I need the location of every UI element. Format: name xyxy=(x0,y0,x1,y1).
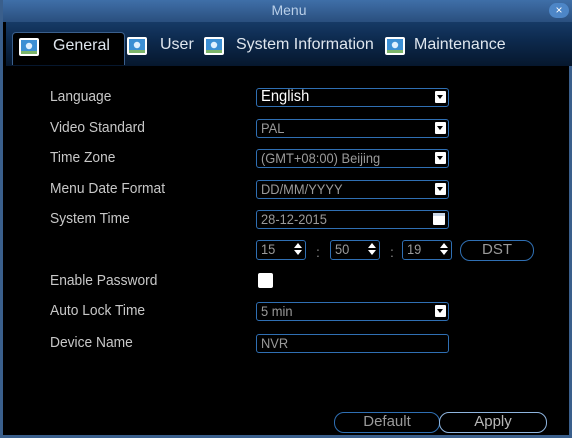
device-name-label: Device Name xyxy=(50,334,133,351)
second-spinner[interactable]: 19 xyxy=(402,240,452,260)
tab-label: General xyxy=(53,37,110,54)
time-separator: : xyxy=(316,244,320,260)
tab-label: User xyxy=(160,36,194,53)
video-standard-dropdown[interactable]: PAL xyxy=(256,119,449,138)
enable-password-checkbox[interactable] xyxy=(258,273,273,288)
enable-password-label: Enable Password xyxy=(50,272,158,289)
tab-label: System Information xyxy=(236,36,374,53)
monitor-icon xyxy=(385,37,405,55)
tab-user[interactable]: User xyxy=(126,32,196,64)
close-icon: × xyxy=(555,3,563,17)
spin-arrows-icon[interactable] xyxy=(440,242,448,256)
monitor-icon xyxy=(127,37,147,55)
monitor-icon xyxy=(19,38,39,56)
spin-arrows-icon[interactable] xyxy=(368,242,376,256)
default-button[interactable]: Default xyxy=(334,412,440,433)
time-separator: : xyxy=(390,244,394,260)
tab-maintenance[interactable]: Maintenance xyxy=(384,32,524,64)
system-time-label: System Time xyxy=(50,210,130,227)
menu-date-format-dropdown[interactable]: DD/MM/YYYY xyxy=(256,180,449,199)
dst-button[interactable]: DST xyxy=(460,240,534,261)
window-title: Menu xyxy=(271,2,307,18)
apply-button[interactable]: Apply xyxy=(439,412,547,433)
settings-window: Menu × General User System Information M… xyxy=(0,0,572,438)
chevron-down-icon xyxy=(435,91,446,103)
auto-lock-time-dropdown[interactable]: 5 min xyxy=(256,302,449,321)
device-name-field[interactable]: NVR xyxy=(256,334,449,353)
hour-spinner[interactable]: 15 xyxy=(256,240,306,260)
auto-lock-time-label: Auto Lock Time xyxy=(50,302,146,319)
chevron-down-icon xyxy=(435,183,446,195)
chevron-down-icon xyxy=(435,305,446,317)
spin-arrows-icon[interactable] xyxy=(294,242,302,256)
system-date-field[interactable]: 28-12-2015 xyxy=(256,210,449,229)
language-label: Language xyxy=(50,88,112,105)
tab-label: Maintenance xyxy=(414,36,506,53)
language-dropdown[interactable]: English xyxy=(256,88,449,107)
tab-general[interactable]: General xyxy=(12,32,125,65)
time-zone-label: Time Zone xyxy=(50,149,116,166)
chevron-down-icon xyxy=(435,122,446,134)
monitor-icon xyxy=(204,37,224,55)
calendar-icon[interactable] xyxy=(433,213,445,225)
video-standard-label: Video Standard xyxy=(50,119,145,136)
close-button[interactable]: × xyxy=(549,3,569,18)
chevron-down-icon xyxy=(435,152,446,164)
title-bar: Menu × xyxy=(3,0,572,22)
minute-spinner[interactable]: 50 xyxy=(330,240,380,260)
tab-bar: General User System Information Maintena… xyxy=(6,22,572,66)
general-settings-panel: Language English Video Standard PAL Time… xyxy=(6,66,572,435)
tab-system-information[interactable]: System Information xyxy=(203,32,378,64)
menu-date-format-label: Menu Date Format xyxy=(50,180,166,197)
time-zone-dropdown[interactable]: (GMT+08:00) Beijing xyxy=(256,149,449,168)
